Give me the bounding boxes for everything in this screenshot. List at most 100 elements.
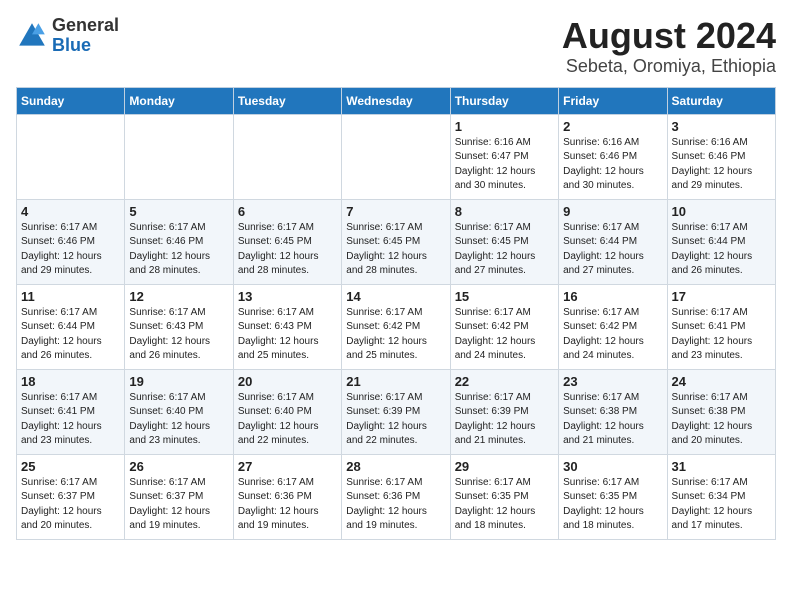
calendar-cell: 15Sunrise: 6:17 AM Sunset: 6:42 PM Dayli… (450, 284, 558, 369)
calendar-cell: 5 Sunrise: 6:17 AM Sunset: 6:46 PM Daylig… (125, 199, 233, 284)
day-number: 19 (129, 374, 228, 389)
day-info: Sunrise: 6:17 AM Sunset: 6:41 PM Dayligh… (672, 306, 771, 364)
day-info: Sunrise: 6:17 AM Sunset: 6:44 PM Dayligh… (21, 306, 120, 364)
day-info: Sunrise: 6:17 AM Sunset: 6:46 PM Dayligh… (21, 221, 120, 279)
day-number: 21 (346, 374, 445, 389)
day-info: Sunrise: 6:17 AM Sunset: 6:45 PM Dayligh… (238, 221, 337, 279)
col-header-sunday: Sunday (17, 87, 125, 114)
calendar-week-2: 4Sunrise: 6:17 AM Sunset: 6:46 PM Daylig… (17, 199, 776, 284)
day-number: 25 (21, 459, 120, 474)
calendar-cell: 14 Sunrise: 6:17 AM Sunset: 6:42 PM Dayli… (342, 284, 450, 369)
page-title: August 2024 (562, 16, 776, 56)
day-number: 22 (455, 374, 554, 389)
calendar-cell: 4Sunrise: 6:17 AM Sunset: 6:46 PM Daylig… (17, 199, 125, 284)
day-info: Sunrise: 6:17 AM Sunset: 6:45 PM Dayligh… (346, 221, 445, 279)
day-number: 12 (129, 289, 228, 304)
col-header-tuesday: Tuesday (233, 87, 341, 114)
calendar-cell: 8Sunrise: 6:17 AM Sunset: 6:45 PM Daylig… (450, 199, 558, 284)
day-info: Sunrise: 6:17 AM Sunset: 6:35 PM Dayligh… (563, 476, 662, 534)
day-info: Sunrise: 6:16 AM Sunset: 6:46 PM Dayligh… (563, 136, 662, 194)
calendar-cell: 11 Sunrise: 6:17 AM Sunset: 6:44 PM Dayli… (17, 284, 125, 369)
calendar-cell (17, 114, 125, 199)
calendar-cell: 31Sunrise: 6:17 AM Sunset: 6:34 PM Dayli… (667, 454, 775, 539)
day-number: 27 (238, 459, 337, 474)
calendar-cell: 22 Sunrise: 6:17 AM Sunset: 6:39 PM Dayli… (450, 369, 558, 454)
day-info: Sunrise: 6:17 AM Sunset: 6:36 PM Dayligh… (346, 476, 445, 534)
calendar-cell (342, 114, 450, 199)
calendar-cell: 10 Sunrise: 6:17 AM Sunset: 6:44 PM Dayli… (667, 199, 775, 284)
day-number: 29 (455, 459, 554, 474)
day-number: 6 (238, 204, 337, 219)
day-info: Sunrise: 6:17 AM Sunset: 6:43 PM Dayligh… (129, 306, 228, 364)
day-number: 24 (672, 374, 771, 389)
calendar-cell (233, 114, 341, 199)
day-number: 1 (455, 119, 554, 134)
day-info: Sunrise: 6:17 AM Sunset: 6:37 PM Dayligh… (21, 476, 120, 534)
calendar-cell: 29 Sunrise: 6:17 AM Sunset: 6:35 PM Dayli… (450, 454, 558, 539)
day-info: Sunrise: 6:17 AM Sunset: 6:44 PM Dayligh… (563, 221, 662, 279)
day-number: 16 (563, 289, 662, 304)
col-header-monday: Monday (125, 87, 233, 114)
day-info: Sunrise: 6:17 AM Sunset: 6:39 PM Dayligh… (346, 391, 445, 449)
calendar-cell: 7 Sunrise: 6:17 AM Sunset: 6:45 PM Daylig… (342, 199, 450, 284)
day-number: 20 (238, 374, 337, 389)
day-number: 14 (346, 289, 445, 304)
day-number: 31 (672, 459, 771, 474)
calendar-cell: 1 Sunrise: 6:16 AM Sunset: 6:47 PM Daylig… (450, 114, 558, 199)
col-header-wednesday: Wednesday (342, 87, 450, 114)
logo-icon (16, 20, 48, 52)
day-info: Sunrise: 6:16 AM Sunset: 6:47 PM Dayligh… (455, 136, 554, 194)
calendar-week-3: 11 Sunrise: 6:17 AM Sunset: 6:44 PM Dayli… (17, 284, 776, 369)
day-number: 7 (346, 204, 445, 219)
calendar-cell: 3Sunrise: 6:16 AM Sunset: 6:46 PM Daylig… (667, 114, 775, 199)
logo-general: General (52, 16, 119, 36)
day-info: Sunrise: 6:16 AM Sunset: 6:46 PM Dayligh… (672, 136, 771, 194)
day-info: Sunrise: 6:17 AM Sunset: 6:41 PM Dayligh… (21, 391, 120, 449)
day-number: 9 (563, 204, 662, 219)
day-info: Sunrise: 6:17 AM Sunset: 6:42 PM Dayligh… (563, 306, 662, 364)
calendar-cell: 12 Sunrise: 6:17 AM Sunset: 6:43 PM Dayli… (125, 284, 233, 369)
day-number: 30 (563, 459, 662, 474)
day-number: 18 (21, 374, 120, 389)
calendar-cell (125, 114, 233, 199)
day-number: 15 (455, 289, 554, 304)
day-number: 2 (563, 119, 662, 134)
calendar-cell: 27Sunrise: 6:17 AM Sunset: 6:36 PM Dayli… (233, 454, 341, 539)
calendar-week-4: 18 Sunrise: 6:17 AM Sunset: 6:41 PM Dayli… (17, 369, 776, 454)
calendar-cell: 20Sunrise: 6:17 AM Sunset: 6:40 PM Dayli… (233, 369, 341, 454)
day-number: 11 (21, 289, 120, 304)
logo: General Blue (16, 16, 119, 56)
calendar-cell: 30 Sunrise: 6:17 AM Sunset: 6:35 PM Dayli… (559, 454, 667, 539)
day-info: Sunrise: 6:17 AM Sunset: 6:37 PM Dayligh… (129, 476, 228, 534)
logo-blue: Blue (52, 36, 119, 56)
day-info: Sunrise: 6:17 AM Sunset: 6:39 PM Dayligh… (455, 391, 554, 449)
day-number: 10 (672, 204, 771, 219)
col-header-thursday: Thursday (450, 87, 558, 114)
day-number: 23 (563, 374, 662, 389)
calendar-cell: 25 Sunrise: 6:17 AM Sunset: 6:37 PM Dayli… (17, 454, 125, 539)
day-info: Sunrise: 6:17 AM Sunset: 6:40 PM Dayligh… (129, 391, 228, 449)
calendar-week-1: 1 Sunrise: 6:16 AM Sunset: 6:47 PM Daylig… (17, 114, 776, 199)
calendar-cell: 23Sunrise: 6:17 AM Sunset: 6:38 PM Dayli… (559, 369, 667, 454)
calendar-cell: 18 Sunrise: 6:17 AM Sunset: 6:41 PM Dayli… (17, 369, 125, 454)
page-header: General Blue August 2024 Sebeta, Oromiya… (16, 16, 776, 77)
calendar-week-5: 25 Sunrise: 6:17 AM Sunset: 6:37 PM Dayli… (17, 454, 776, 539)
calendar-cell: 16 Sunrise: 6:17 AM Sunset: 6:42 PM Dayli… (559, 284, 667, 369)
calendar-cell: 24 Sunrise: 6:17 AM Sunset: 6:38 PM Dayli… (667, 369, 775, 454)
day-number: 17 (672, 289, 771, 304)
day-info: Sunrise: 6:17 AM Sunset: 6:46 PM Dayligh… (129, 221, 228, 279)
day-number: 26 (129, 459, 228, 474)
day-info: Sunrise: 6:17 AM Sunset: 6:45 PM Dayligh… (455, 221, 554, 279)
col-header-friday: Friday (559, 87, 667, 114)
day-info: Sunrise: 6:17 AM Sunset: 6:38 PM Dayligh… (672, 391, 771, 449)
calendar-header: SundayMondayTuesdayWednesdayThursdayFrid… (17, 87, 776, 114)
calendar-cell: 26 Sunrise: 6:17 AM Sunset: 6:37 PM Dayli… (125, 454, 233, 539)
page-subtitle: Sebeta, Oromiya, Ethiopia (562, 56, 776, 77)
day-info: Sunrise: 6:17 AM Sunset: 6:35 PM Dayligh… (455, 476, 554, 534)
calendar-cell: 19 Sunrise: 6:17 AM Sunset: 6:40 PM Dayli… (125, 369, 233, 454)
day-info: Sunrise: 6:17 AM Sunset: 6:42 PM Dayligh… (346, 306, 445, 364)
day-info: Sunrise: 6:17 AM Sunset: 6:43 PM Dayligh… (238, 306, 337, 364)
calendar-cell: 21 Sunrise: 6:17 AM Sunset: 6:39 PM Dayli… (342, 369, 450, 454)
day-number: 5 (129, 204, 228, 219)
day-info: Sunrise: 6:17 AM Sunset: 6:44 PM Dayligh… (672, 221, 771, 279)
